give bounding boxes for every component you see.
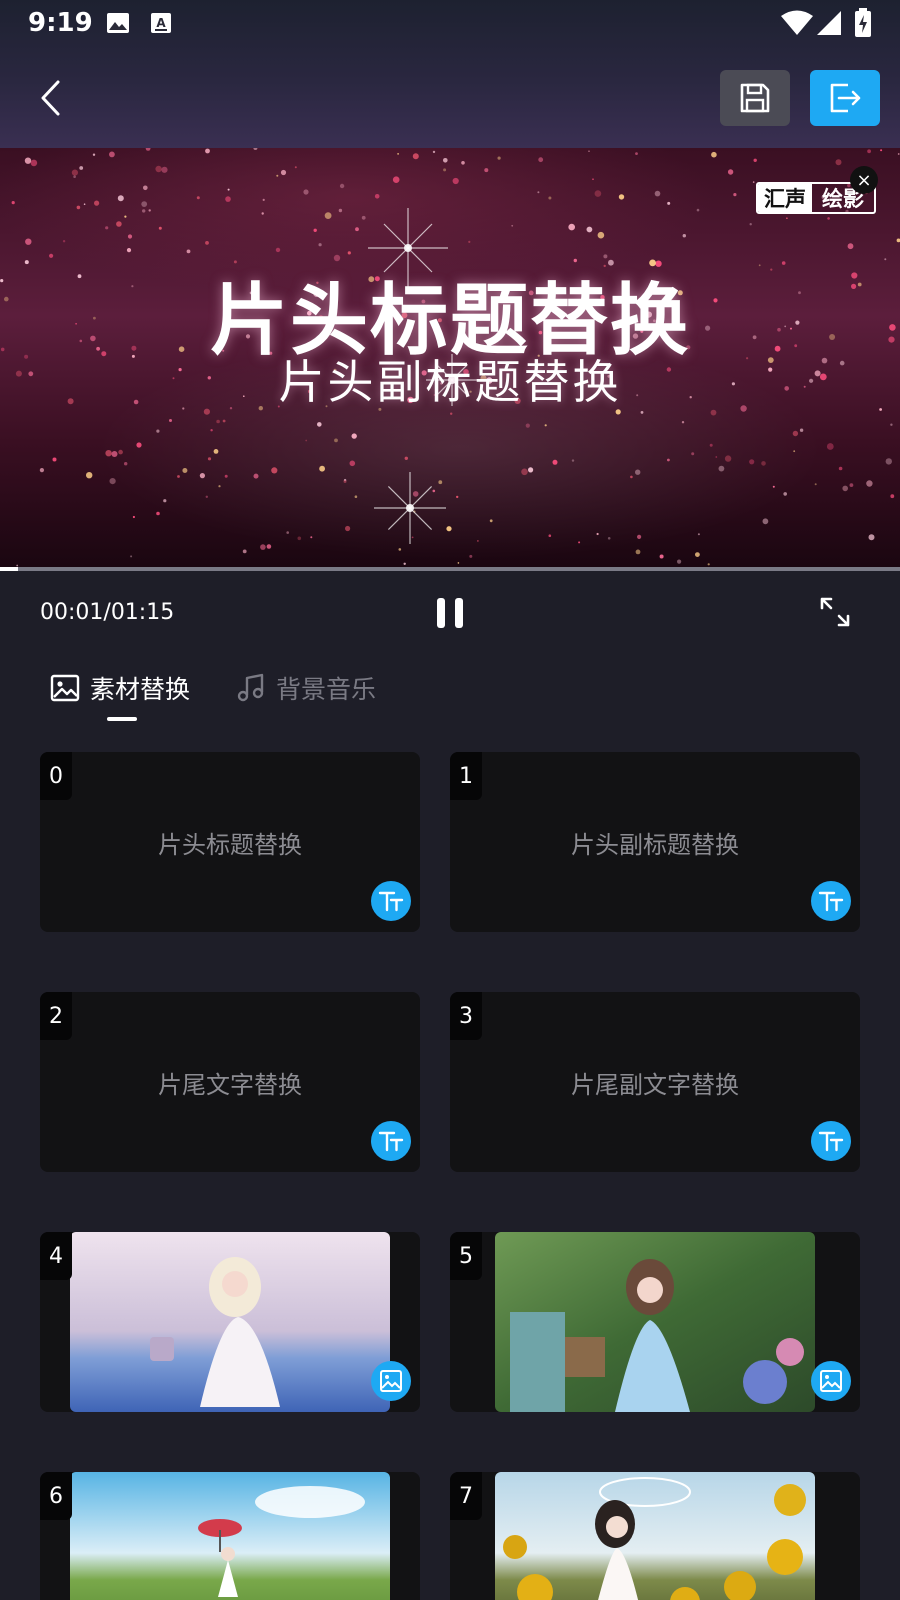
fullscreen-icon	[820, 597, 850, 627]
pause-icon	[437, 598, 463, 628]
save-button[interactable]	[720, 70, 790, 126]
music-note-icon	[237, 673, 264, 702]
image-type-badge[interactable]	[371, 1361, 411, 1401]
item-index: 1	[450, 752, 482, 800]
material-item[interactable]: 4	[40, 1232, 420, 1412]
pause-button[interactable]	[434, 595, 466, 631]
preview-subtitle: 片头副标题替换	[278, 355, 622, 409]
material-item[interactable]: 0 片头标题替换	[40, 752, 420, 932]
status-bar: 9:19 A	[0, 0, 900, 48]
photo-thumbnail	[495, 1472, 815, 1600]
svg-text:A: A	[156, 16, 166, 30]
a-notification-icon: A	[150, 12, 172, 38]
item-index: 6	[40, 1472, 72, 1520]
text-format-icon	[378, 1131, 404, 1152]
item-label: 片头副标题替换	[571, 830, 739, 859]
watermark-left-text: 汇声	[758, 184, 812, 212]
watermark-close-button[interactable]: ×	[850, 166, 878, 194]
active-tab-indicator	[107, 717, 137, 721]
playback-progress-bar[interactable]	[0, 567, 900, 571]
item-index: 0	[40, 752, 72, 800]
tab-material-replace-label: 素材替换	[90, 675, 191, 704]
battery-icon	[854, 8, 872, 42]
content-tabs: 素材替换 背景音乐	[0, 660, 900, 721]
text-type-badge[interactable]	[371, 881, 411, 921]
item-label: 片头标题替换	[158, 830, 302, 859]
export-button[interactable]	[810, 70, 880, 126]
photo-thumbnail	[495, 1232, 815, 1412]
item-index: 3	[450, 992, 482, 1040]
material-item[interactable]: 7	[450, 1472, 860, 1600]
item-label: 片尾副文字替换	[571, 1070, 739, 1099]
export-icon	[830, 83, 861, 113]
item-label: 片尾文字替换	[158, 1070, 302, 1099]
material-item[interactable]: 6	[40, 1472, 420, 1600]
top-bar: 9:19 A	[0, 0, 900, 148]
item-index: 7	[450, 1472, 482, 1520]
image-notification-icon	[106, 12, 130, 38]
photo-thumbnail	[70, 1232, 390, 1412]
chevron-left-icon	[41, 80, 60, 116]
material-item[interactable]: 1 片头副标题替换	[450, 752, 860, 932]
playback-progress-fill	[0, 567, 18, 571]
tab-background-music[interactable]: 背景音乐	[236, 670, 376, 706]
fullscreen-button[interactable]	[818, 595, 852, 629]
material-item[interactable]: 3 片尾副文字替换	[450, 992, 860, 1172]
wifi-icon	[780, 10, 814, 40]
tab-background-music-label: 背景音乐	[276, 675, 377, 704]
image-type-badge[interactable]	[811, 1361, 851, 1401]
text-type-badge[interactable]	[811, 1121, 851, 1161]
floppy-disk-icon	[740, 83, 770, 113]
video-preview[interactable]: 片头标题替换 片头副标题替换 汇声 绘影 ×	[0, 148, 900, 568]
playback-time: 00:01/01:15	[40, 600, 175, 625]
image-icon	[820, 1370, 842, 1392]
item-index: 5	[450, 1232, 482, 1280]
image-icon	[50, 674, 80, 702]
text-format-icon	[818, 891, 844, 912]
playback-controls: 00:01/01:15	[0, 575, 900, 650]
material-item[interactable]: 2 片尾文字替换	[40, 992, 420, 1172]
item-index: 2	[40, 992, 72, 1040]
back-button[interactable]	[30, 72, 74, 124]
text-type-badge[interactable]	[371, 1121, 411, 1161]
status-time: 9:19	[28, 8, 93, 38]
item-index: 4	[40, 1232, 72, 1280]
photo-thumbnail	[70, 1472, 390, 1600]
image-icon	[380, 1370, 402, 1392]
tab-material-replace[interactable]: 素材替换	[50, 670, 190, 706]
text-format-icon	[818, 1131, 844, 1152]
signal-icon	[816, 10, 842, 40]
text-format-icon	[378, 891, 404, 912]
text-type-badge[interactable]	[811, 881, 851, 921]
material-item[interactable]: 5	[450, 1232, 860, 1412]
